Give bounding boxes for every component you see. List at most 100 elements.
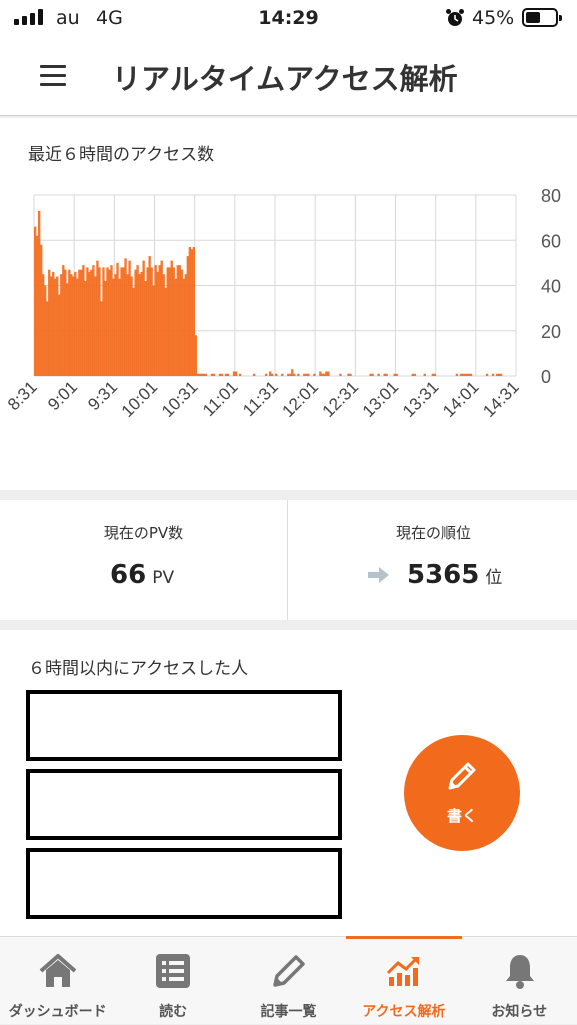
chart-bar <box>42 274 45 376</box>
tab-read[interactable]: 読む <box>115 937 230 1025</box>
chart-bar <box>178 265 181 376</box>
chart-bar <box>144 280 147 376</box>
chart-bar <box>210 373 214 376</box>
tab-analytics[interactable]: アクセス解析 <box>346 936 462 1025</box>
chart-bar <box>194 335 198 376</box>
chart-bar <box>68 269 71 376</box>
app-header: リアルタイムアクセス解析 <box>0 36 577 116</box>
chart-bar <box>156 271 159 376</box>
chart-bar <box>170 260 173 376</box>
chart-bar <box>48 269 51 376</box>
chart-bar <box>455 373 459 376</box>
chart-bar <box>313 373 316 376</box>
chart-bar <box>44 285 47 376</box>
chart-bar <box>72 276 75 376</box>
x-tick-label: 14:01 <box>439 377 483 421</box>
chart-bar <box>393 373 396 376</box>
chart-bar <box>349 373 352 376</box>
chart-bar <box>371 373 374 376</box>
y-tick-label: 20 <box>541 322 561 342</box>
y-tick-label: 0 <box>541 367 551 387</box>
chart-bar <box>80 269 83 376</box>
x-tick-label: 8:31 <box>4 377 41 414</box>
chart-bar <box>423 373 426 376</box>
chart-bar <box>52 271 55 376</box>
chart-bar <box>293 373 296 376</box>
tab-articles[interactable]: 記事一覧 <box>231 937 346 1025</box>
chart-bar <box>212 373 216 376</box>
chart-bar <box>463 373 467 376</box>
chart-bar <box>150 267 153 376</box>
chart-bar <box>174 278 177 376</box>
chart-bar <box>234 371 238 376</box>
visitor-item[interactable] <box>26 848 342 919</box>
chart-bar <box>467 373 471 376</box>
chart-bar <box>385 373 388 376</box>
chart-bar <box>281 373 284 376</box>
chart-bar <box>164 287 167 376</box>
chart-bar <box>78 269 81 376</box>
battery-icon <box>522 8 562 27</box>
pv-unit: PV <box>152 568 175 588</box>
x-tick-label: 11:01 <box>199 377 242 420</box>
chart-bar <box>158 265 161 376</box>
rank-stat: 5365 位 <box>407 560 502 590</box>
pv-stat: 66 PV <box>110 560 174 590</box>
access-chart: 0 20 40 60 80 8:31 9:01 9:3110:0110:3111:0111:3… <box>4 186 561 421</box>
chart-bar <box>377 373 380 376</box>
chart-bar <box>383 373 386 376</box>
chart-bar <box>289 373 292 376</box>
chart-bar <box>459 373 463 376</box>
chart-bar <box>60 274 63 376</box>
chart-bar <box>104 280 107 376</box>
x-tick-label: 13:31 <box>399 377 443 421</box>
menu-icon[interactable] <box>40 65 66 87</box>
chart-bar <box>325 371 328 376</box>
chart-bar <box>64 269 67 376</box>
chart-bar <box>226 373 230 376</box>
pencil-icon <box>273 955 305 987</box>
chart-bar <box>202 373 206 376</box>
visitor-item[interactable] <box>26 690 342 761</box>
chart-bar <box>321 373 324 376</box>
chart-bar <box>132 287 135 376</box>
chart-bar <box>200 373 204 376</box>
chart-bar <box>180 269 183 376</box>
chart-bar <box>327 371 330 376</box>
chart-bar <box>94 276 97 376</box>
chart-bar <box>252 373 256 376</box>
y-tick-label: 60 <box>541 231 561 251</box>
chart-bar <box>96 260 99 376</box>
chart-bar <box>190 249 194 376</box>
x-tick-label: 9:31 <box>84 377 121 414</box>
chart-bar <box>108 269 111 376</box>
write-button[interactable]: 書く <box>404 735 520 851</box>
chart-bar <box>118 278 121 376</box>
chart-bar <box>148 256 151 376</box>
tab-label: ダッシュボード <box>8 1004 107 1020</box>
chart-bar <box>275 373 278 376</box>
tab-notifications[interactable]: お知らせ <box>462 937 577 1025</box>
chart-bar <box>339 373 342 376</box>
chart-bar <box>98 267 101 376</box>
alarm-icon <box>446 9 464 26</box>
chart-bar <box>166 267 169 376</box>
chart-bar <box>76 278 79 376</box>
visitors-title: ６時間以内にアクセスした人 <box>28 659 249 679</box>
chart-bar <box>86 267 89 376</box>
tab-dashboard[interactable]: ダッシュボード <box>0 937 115 1025</box>
chart-bar <box>90 269 93 376</box>
chart-bar <box>176 265 179 376</box>
chart-bar <box>162 274 165 376</box>
chart-bar <box>168 267 171 376</box>
stats-divider <box>287 500 288 620</box>
chart-bar <box>198 373 202 376</box>
chart-bar <box>232 371 236 376</box>
chart-bar <box>128 260 131 376</box>
chart-bar <box>36 235 39 376</box>
x-tick-label: 11:31 <box>239 377 282 420</box>
x-tick-label: 10:01 <box>118 377 162 421</box>
visitor-item[interactable] <box>26 769 342 840</box>
access-chart-card: 最近６時間のアクセス数 0 20 40 60 80 8:31 9:01 9:31 10:01 10… <box>0 118 577 490</box>
pv-label: 現在のPV数 <box>103 524 184 542</box>
